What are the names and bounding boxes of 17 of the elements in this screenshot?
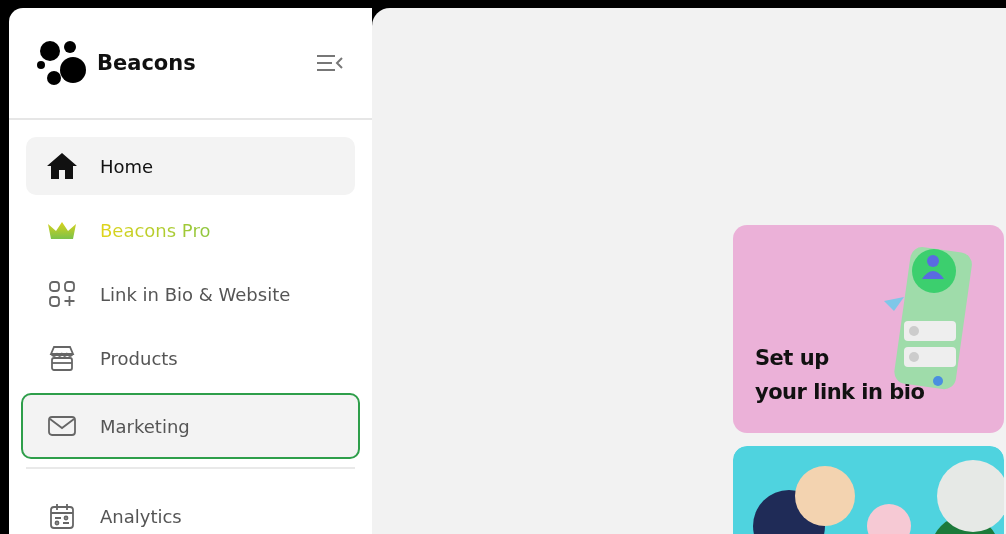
nav-item[interactable]: Products [26, 329, 355, 387]
logo-icon [37, 40, 87, 86]
nav-item[interactable]: Marketing [21, 393, 360, 459]
grid-plus-icon [48, 280, 76, 308]
card-title: Set up your link in bio [755, 345, 925, 406]
calendar-icon [48, 502, 76, 530]
nav-item[interactable]: Home [26, 137, 355, 195]
crown-icon [47, 220, 77, 240]
envelope-icon [47, 414, 77, 438]
home-icon [46, 152, 78, 180]
storefront-icon [48, 344, 76, 372]
nav-item[interactable]: Analytics [26, 487, 355, 534]
brand-coins-card[interactable] [733, 446, 1004, 534]
brand-name: Beacons [97, 51, 197, 75]
nav-item[interactable]: Link in Bio & Website [26, 265, 355, 323]
promo-card[interactable]: Set up your link in bio [733, 225, 1004, 433]
collapse-menu-icon[interactable] [316, 53, 344, 73]
